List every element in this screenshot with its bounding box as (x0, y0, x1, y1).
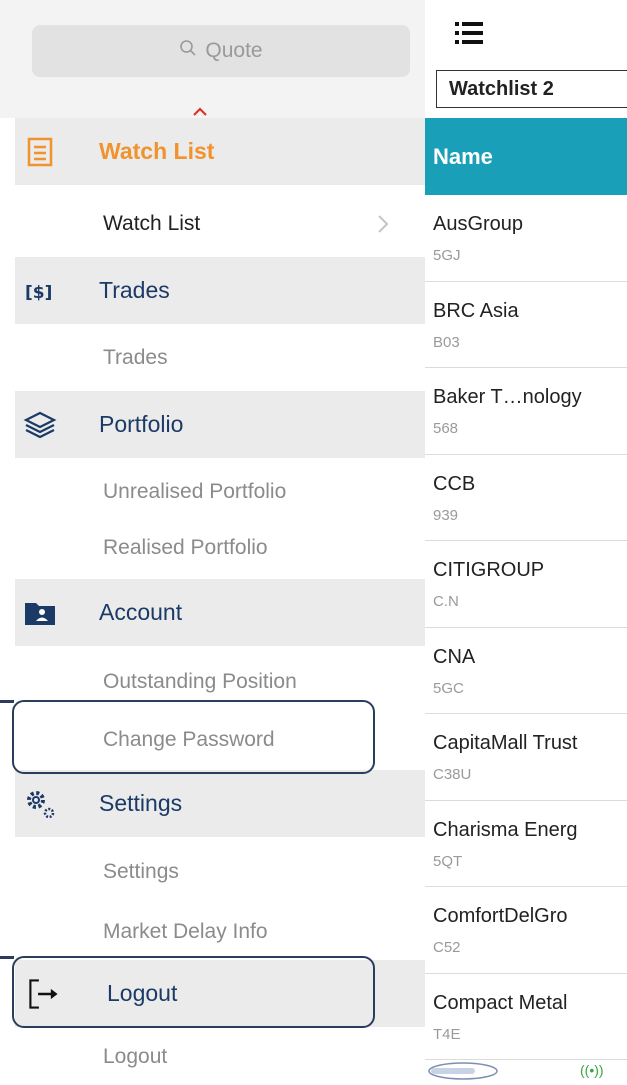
annotation-pointer (0, 956, 14, 959)
account-icon (23, 596, 57, 630)
nav-item-watch-list[interactable]: Watch List (15, 190, 425, 257)
nav-section-label: Account (99, 599, 183, 625)
stock-code: 939 (433, 506, 459, 524)
table-row[interactable]: Baker T…nology 568 (425, 368, 627, 455)
nav-item-realised-portfolio[interactable]: Realised Portfolio (15, 514, 425, 581)
nav-section-label: Watch List (99, 138, 215, 164)
nav-section-account[interactable]: Account (15, 579, 425, 646)
chevron-right-icon (378, 215, 389, 233)
annotation-highlight-change-password (12, 700, 375, 774)
nav-item-settings[interactable]: Settings (15, 838, 425, 905)
stock-code: C38U (433, 766, 472, 783)
nav-section-portfolio[interactable]: Portfolio (15, 391, 425, 458)
stock-code: 5GC (433, 679, 464, 697)
nav-item-label: Outstanding Position (103, 669, 297, 693)
stock-code: 5GJ (433, 247, 461, 264)
nav-item-market-delay-info[interactable]: Market Delay Info (15, 898, 425, 965)
table-row[interactable]: Compact Metal T4E (425, 974, 627, 1060)
table-row[interactable]: CCB 939 (425, 455, 627, 541)
nav-item-label: Watch List (103, 211, 201, 235)
settings-icon (23, 787, 57, 821)
nav-item-trades[interactable]: Trades (15, 324, 425, 391)
nav-item-logout[interactable]: Logout (15, 1028, 425, 1085)
stock-code: C.N (433, 593, 459, 610)
nav-item-label: Realised Portfolio (103, 535, 268, 559)
stock-name: BRC Asia (433, 299, 519, 322)
stock-name: Compact Metal (433, 991, 568, 1014)
stock-code: B03 (433, 333, 460, 351)
nav-item-label: Logout (103, 1044, 168, 1068)
trades-icon: [$] (23, 274, 57, 308)
stock-name: ComfortDelGro (433, 905, 568, 927)
nav-item-label: Unrealised Portfolio (103, 479, 287, 503)
annotation-highlight-logout (12, 956, 375, 1028)
nav-section-watchlist[interactable]: Watch List (15, 118, 425, 185)
column-header-name[interactable]: Name (425, 118, 627, 195)
annotation-pointer (0, 700, 14, 703)
nav-section-trades[interactable]: [$] Trades (15, 257, 425, 324)
table-row[interactable]: CITIGROUP C.N (425, 541, 627, 628)
svg-text:[$]: [$] (25, 283, 52, 303)
search-icon (179, 39, 197, 63)
stock-name: CNA (433, 645, 476, 668)
search-placeholder: Quote (205, 39, 263, 62)
stock-name: CITIGROUP (433, 559, 545, 581)
brand-logo (428, 1062, 498, 1080)
stock-name: Charisma Energ (433, 818, 578, 841)
table-row[interactable]: CapitaMall Trust C38U (425, 714, 627, 801)
nav-section-settings[interactable]: Settings (15, 770, 425, 837)
stock-name: AusGroup (433, 213, 524, 235)
portfolio-icon (23, 408, 57, 442)
stock-code: T4E (433, 1025, 461, 1043)
table-row[interactable]: CNA 5GC (425, 628, 627, 714)
stock-name: CapitaMall Trust (433, 732, 578, 754)
stock-name: CCB (433, 472, 476, 495)
table-row[interactable]: ComfortDelGro C52 (425, 887, 627, 974)
table-row[interactable]: BRC Asia B03 (425, 282, 627, 368)
table-row[interactable]: Charisma Energ 5QT (425, 801, 627, 887)
search-area: Quote (0, 0, 425, 118)
connection-signal-icon: ((•)) (580, 1062, 604, 1078)
quote-search-input[interactable]: Quote (32, 25, 410, 77)
list-menu-icon[interactable] (455, 20, 483, 46)
table-row[interactable]: AusGroup 5GJ (425, 195, 627, 282)
nav-item-label: Trades (103, 345, 168, 369)
nav-section-label: Trades (99, 277, 170, 303)
nav-item-label: Market Delay Info (103, 919, 268, 943)
sidebar-menu: Quote Watch List Watch List [$] Trades T… (0, 0, 425, 1085)
stock-code: C52 (433, 939, 461, 956)
nav-item-label: Settings (103, 859, 179, 883)
nav-section-label: Settings (99, 790, 183, 816)
stock-name: Baker T…nology (433, 386, 582, 408)
watchlist-rows: AusGroup 5GJ BRC Asia B03 Baker T…nology 56… (425, 195, 627, 1060)
watchlist-icon (23, 135, 57, 169)
stock-code: 5QT (433, 852, 463, 870)
stock-code: 568 (433, 420, 459, 437)
watchlist-select[interactable]: Watchlist 2 (436, 70, 627, 108)
watchlist-panel: Watchlist 2 Name AusGroup 5GJ BRC Asia B03… (425, 0, 627, 1085)
nav-section-label: Portfolio (99, 411, 184, 437)
